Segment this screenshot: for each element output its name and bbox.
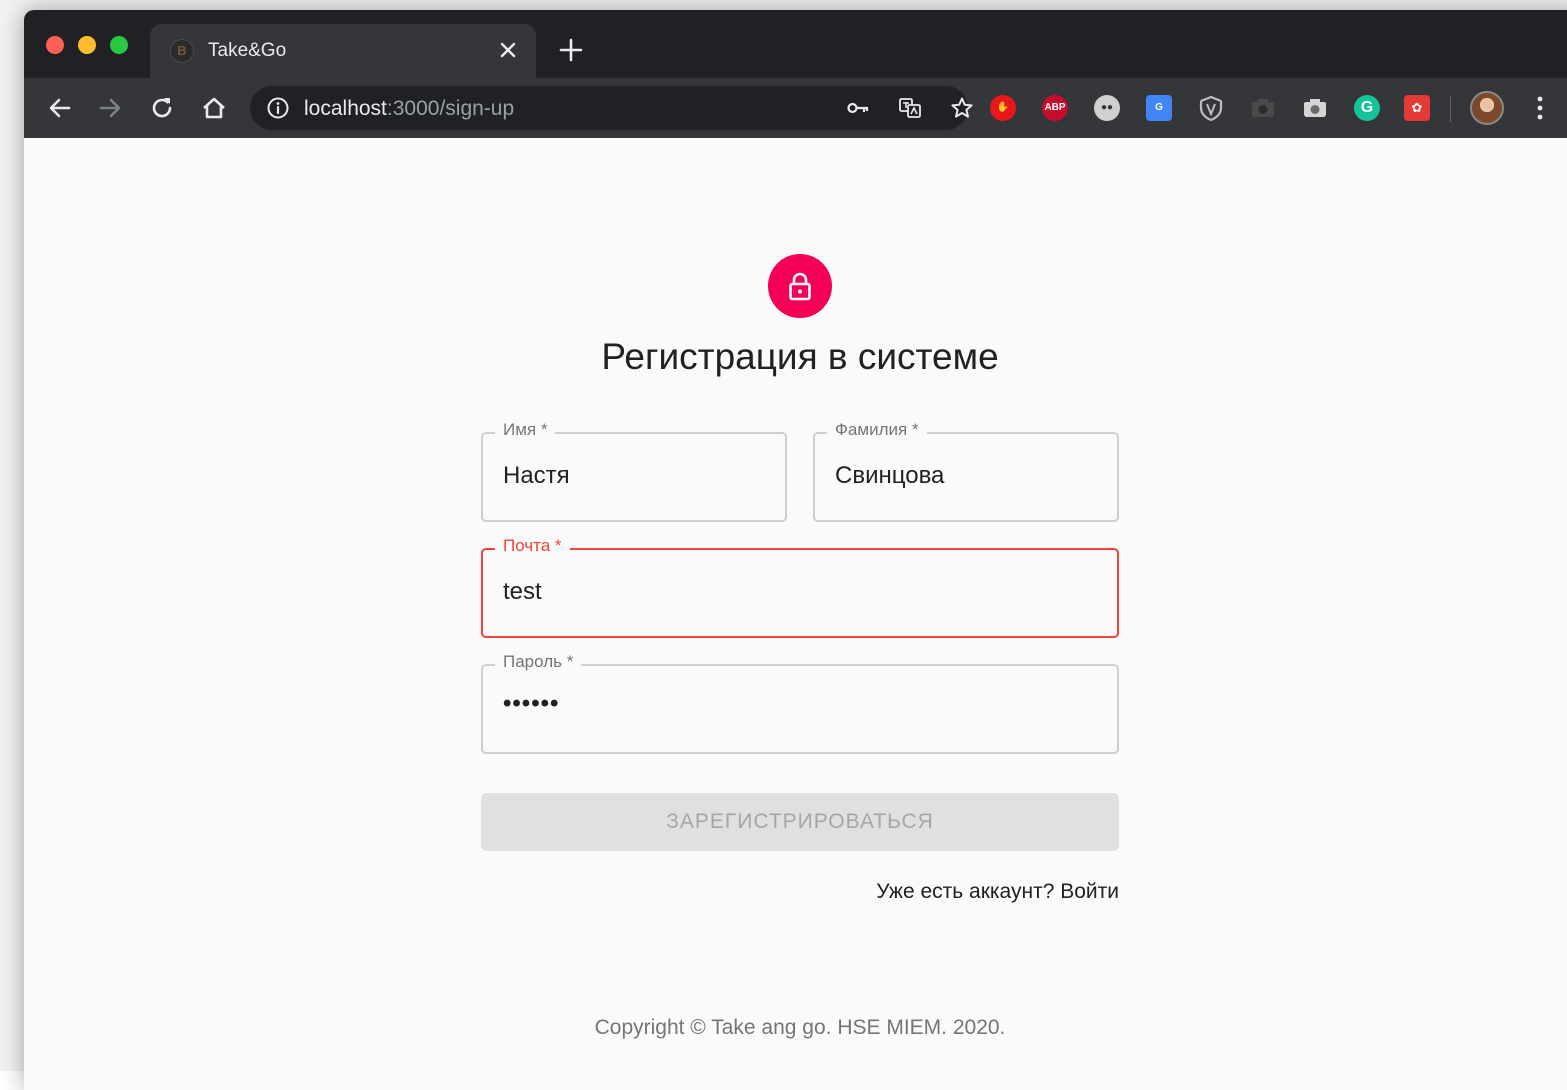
lock-icon [789, 272, 811, 301]
camera-dark-icon[interactable] [1250, 95, 1276, 121]
arrow-right-icon[interactable] [96, 94, 124, 122]
close-icon[interactable] [494, 36, 522, 64]
key-icon[interactable] [846, 96, 870, 120]
sign-in-link[interactable]: Уже есть аккаунт? Войти [876, 880, 1119, 904]
star-icon[interactable] [950, 96, 974, 120]
plus-icon[interactable] [558, 37, 584, 63]
page-content: Регистрация в системе Имя * Настя Фамили… [24, 138, 1567, 1090]
arrow-left-icon[interactable] [46, 94, 74, 122]
last-name-label: Фамилия * [827, 420, 927, 440]
adblock-plus-icon[interactable]: ABP [1042, 95, 1068, 121]
window-close-button[interactable] [46, 36, 64, 54]
window-maximize-button[interactable] [110, 36, 128, 54]
url-text[interactable]: localhost:3000/sign-up [304, 97, 514, 121]
password-field[interactable]: Пароль * •••••• [481, 652, 1119, 754]
info-icon[interactable] [266, 96, 290, 120]
camera-icon[interactable] [1302, 95, 1328, 121]
email-value: test [503, 578, 542, 605]
browser-window: B Take&Go localhost:3000/sign-up ✋ ABP ●… [24, 10, 1567, 1090]
copyright-text: Copyright © Take ang go. HSE MIEM. 2020. [594, 1016, 1006, 1039]
take-and-go-logo-icon: B [170, 39, 194, 63]
user-avatar[interactable] [1470, 91, 1504, 125]
reload-icon[interactable] [148, 94, 176, 122]
more-vert-icon[interactable] [1530, 94, 1550, 122]
first-name-label: Имя * [495, 420, 556, 440]
lock-avatar [768, 254, 832, 318]
window-minimize-button[interactable] [78, 36, 96, 54]
stop-hand-icon[interactable]: ✋ [990, 95, 1016, 121]
password-label: Пароль * [495, 652, 582, 672]
first-name-field[interactable]: Имя * Настя [481, 420, 787, 522]
browser-toolbar: localhost:3000/sign-up ✋ ABP ●● G G ✿ [24, 78, 1567, 138]
url-host: localhost [304, 97, 387, 120]
tab-take-and-go[interactable]: B Take&Go [150, 24, 536, 78]
shield-icon[interactable] [1198, 95, 1224, 121]
last-name-field[interactable]: Фамилия * Свинцова [813, 420, 1119, 522]
url-path: :3000/sign-up [386, 97, 515, 120]
grammarly-icon[interactable]: G [1354, 95, 1380, 121]
address-bar[interactable]: localhost:3000/sign-up [250, 86, 973, 130]
last-name-value: Свинцова [835, 462, 945, 489]
page-title: Регистрация в системе [601, 336, 999, 377]
translate-icon[interactable] [898, 96, 922, 120]
home-icon[interactable] [200, 94, 228, 122]
sign-up-button[interactable]: ЗАРЕГИСТРИРОВАТЬСЯ [481, 793, 1119, 851]
google-translate-icon[interactable]: G [1146, 95, 1172, 121]
tab-strip: B Take&Go [24, 10, 1567, 78]
tab-title: Take&Go [208, 40, 287, 61]
toolbar-separator [1450, 96, 1451, 122]
password-value: •••••• [503, 690, 560, 717]
email-label: Почта * [495, 536, 570, 556]
paw-icon[interactable]: ✿ [1404, 95, 1430, 121]
email-field[interactable]: Почта * test [481, 536, 1119, 638]
first-name-value: Настя [503, 462, 570, 489]
chat-bubble-icon[interactable]: ●● [1094, 95, 1120, 121]
